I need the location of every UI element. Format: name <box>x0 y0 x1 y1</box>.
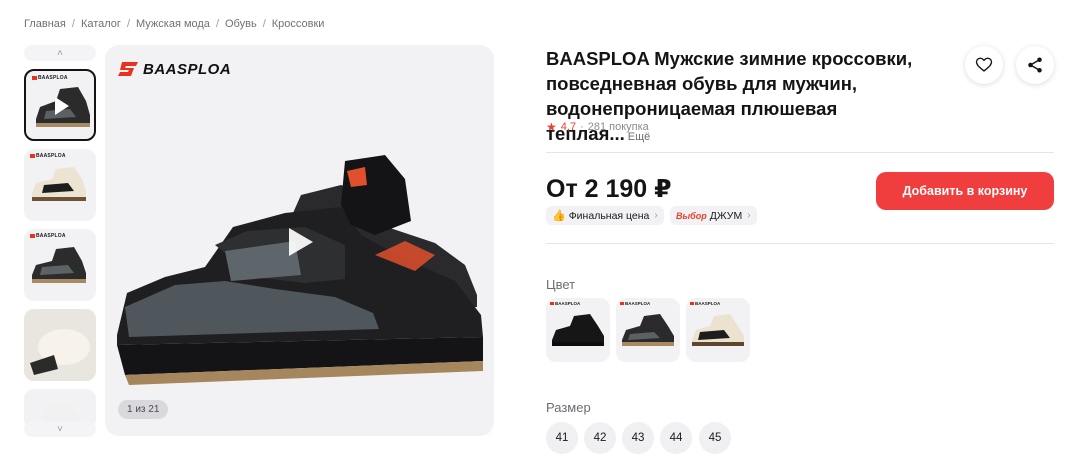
divider <box>546 243 1054 244</box>
chevron-right-icon: › <box>747 210 751 221</box>
rating-value: 4,7 <box>560 121 577 133</box>
purchase-count: 281 покупка <box>587 121 649 133</box>
rating-summary[interactable]: ★ 4,7 · 281 покупка <box>546 120 649 134</box>
color-option-brand-logo: BAASPLOA <box>550 301 580 306</box>
size-option-43[interactable]: 43 <box>622 422 654 454</box>
thumbnail-brand-logo: BAASPLOA <box>32 75 68 81</box>
breadcrumb-shoes[interactable]: Обувь <box>225 18 257 30</box>
color-option-brand-logo: BAASPLOA <box>620 301 650 306</box>
play-icon[interactable] <box>289 228 313 256</box>
color-label: Цвет <box>546 277 576 292</box>
breadcrumb-separator: / <box>262 18 266 30</box>
choice-label: ДЖУМ <box>709 209 743 222</box>
sneaker-image <box>32 247 86 283</box>
sneaker-black-image <box>552 314 604 346</box>
thumbnail-image[interactable]: BAASPLOA <box>24 229 96 301</box>
color-option-brand-logo: BAASPLOA <box>690 301 720 306</box>
share-button[interactable] <box>1016 46 1054 84</box>
thumbnail-strip: ˄ BAASPLOA BAASPLOA BAASPLOA ˅ <box>24 45 96 437</box>
image-counter: 1 из 21 <box>118 400 169 419</box>
thumbnail-video[interactable]: BAASPLOA <box>24 69 96 141</box>
play-icon <box>55 97 69 115</box>
chevron-up-icon[interactable]: ˄ <box>24 45 96 61</box>
sneaker-lining-image <box>24 309 96 381</box>
add-to-cart-button[interactable]: Добавить в корзину <box>876 172 1054 210</box>
sneaker-image <box>32 167 86 201</box>
size-option-41[interactable]: 41 <box>546 422 578 454</box>
heart-icon <box>975 57 993 72</box>
breadcrumb: Главная / Каталог / Мужская мода / Обувь… <box>24 18 324 30</box>
price: От 2 190 ₽ <box>546 175 672 203</box>
star-icon: ★ <box>546 120 557 134</box>
thumbnail-brand-logo: BAASPLOA <box>30 233 66 239</box>
breadcrumb-mens-fashion[interactable]: Мужская мода <box>136 18 210 30</box>
main-product-image[interactable]: BAASPLOA 1 из 21 <box>105 45 494 436</box>
thumbnail-image[interactable] <box>24 309 96 381</box>
thumbnail-brand-logo: BAASPLOA <box>30 153 66 159</box>
thumbs-up-icon: 👍 <box>552 210 566 222</box>
favorite-button[interactable] <box>965 46 1003 84</box>
breadcrumb-separator: / <box>215 18 219 30</box>
breadcrumb-sneakers[interactable]: Кроссовки <box>272 18 325 30</box>
final-price-label: Финальная цена <box>568 209 650 222</box>
size-option-45[interactable]: 45 <box>699 422 731 454</box>
breadcrumb-separator: / <box>71 18 75 30</box>
choice-tag: Выбор <box>676 210 707 221</box>
product-title: BAASPLOA Мужские зимние кроссовки, повсе… <box>546 46 926 150</box>
size-label: Размер <box>546 400 591 415</box>
color-option-black[interactable]: BAASPLOA <box>546 298 610 362</box>
divider <box>546 152 1054 153</box>
color-option-beige-black[interactable]: BAASPLOA <box>686 298 750 362</box>
choice-chip[interactable]: Выбор ДЖУМ › <box>670 206 757 225</box>
breadcrumb-catalog[interactable]: Каталог <box>81 18 121 30</box>
breadcrumb-separator: / <box>126 18 130 30</box>
sneaker-grey-black-image <box>622 314 674 346</box>
size-option-44[interactable]: 44 <box>660 422 692 454</box>
final-price-chip[interactable]: 👍 Финальная цена › <box>546 206 664 225</box>
sneaker-beige-black-image <box>692 314 744 346</box>
chevron-down-icon[interactable]: ˅ <box>24 421 96 437</box>
share-icon <box>1028 57 1042 73</box>
color-option-grey-black[interactable]: BAASPLOA <box>616 298 680 362</box>
chevron-right-icon: › <box>654 210 658 221</box>
thumbnail-image[interactable]: BAASPLOA <box>24 149 96 221</box>
breadcrumb-home[interactable]: Главная <box>24 18 66 30</box>
size-option-42[interactable]: 42 <box>584 422 616 454</box>
rating-separator: · <box>580 121 584 133</box>
